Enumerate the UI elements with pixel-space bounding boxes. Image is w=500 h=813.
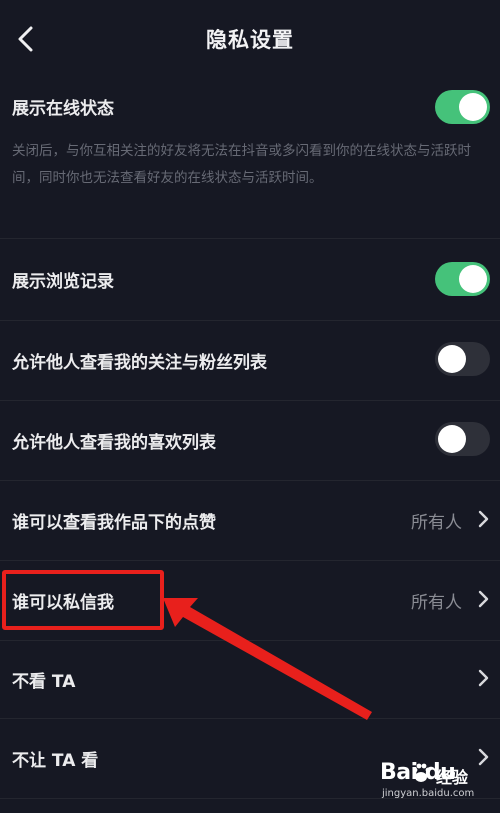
annotation-arrow-icon <box>163 598 372 720</box>
watermark-url: jingyan.baidu.com <box>382 788 475 799</box>
watermark-brand: 经验 <box>436 768 469 787</box>
baidu-jingyan-watermark: Bai du 经验 jingyan.baidu.com <box>380 760 484 804</box>
paw-icon <box>412 763 431 782</box>
